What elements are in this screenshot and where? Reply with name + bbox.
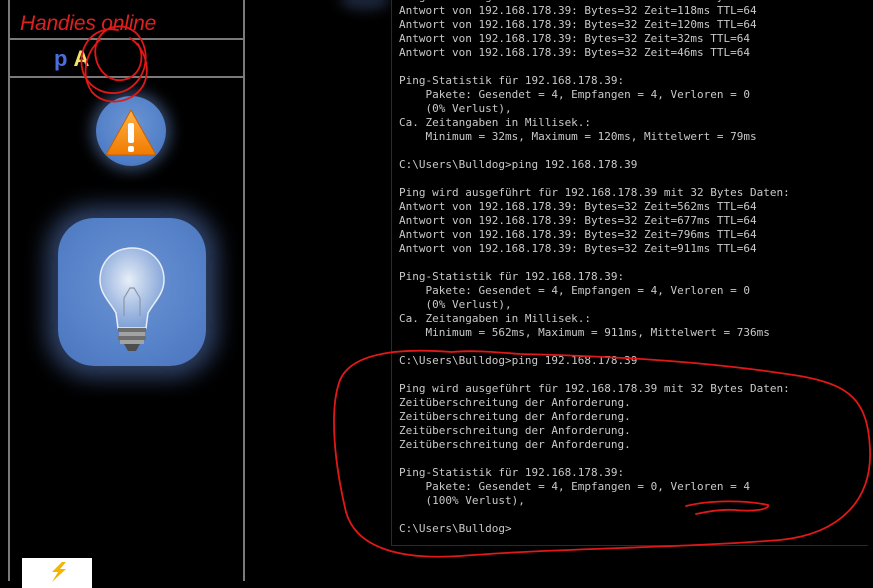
console-line: Pakete: Gesendet = 4, Empfangen = 0, Ver… xyxy=(399,480,750,493)
console-line: Antwort von 192.168.178.39: Bytes=32 Zei… xyxy=(399,228,757,241)
warning-icon xyxy=(106,108,156,156)
console-line: Ping-Statistik für 192.168.178.39: xyxy=(399,270,625,283)
console-line: (100% Verlust), xyxy=(399,494,525,507)
divider xyxy=(10,76,243,78)
light-button[interactable] xyxy=(58,218,206,366)
light-bulb-icon xyxy=(99,247,165,351)
console-line: Ping wird ausgeführt für 192.168.178.39 … xyxy=(399,186,790,199)
console-line: Ping-Statistik für 192.168.178.39: xyxy=(399,74,625,87)
small-tile[interactable] xyxy=(22,558,92,588)
glow xyxy=(340,0,390,10)
console-line: Zeitüberschreitung der Anforderung. xyxy=(399,424,631,437)
console-line: Ca. Zeitangaben in Millisek.: xyxy=(399,116,592,129)
console-line: Minimum = 562ms, Maximum = 911ms, Mittel… xyxy=(399,326,770,339)
console-line: C:\Users\Bulldog>ping 192.168.178.39 xyxy=(399,354,638,367)
console-line: Antwort von 192.168.178.39: Bytes=32 Zei… xyxy=(399,200,757,213)
console-line: (0% Verlust), xyxy=(399,102,512,115)
lightning-icon xyxy=(52,562,66,582)
console-line: (0% Verlust), xyxy=(399,298,512,311)
console-line: Antwort von 192.168.178.39: Bytes=32 Zei… xyxy=(399,18,757,31)
device-status: pA xyxy=(54,46,89,72)
status-letter-a: A xyxy=(73,46,90,71)
console-line: Antwort von 192.168.178.39: Bytes=32 Zei… xyxy=(399,214,757,227)
console-line: Zeitüberschreitung der Anforderung. xyxy=(399,410,631,423)
console-line: Pakete: Gesendet = 4, Empfangen = 4, Ver… xyxy=(399,88,750,101)
console-line: Ca. Zeitangaben in Millisek.: xyxy=(399,312,592,325)
status-letter-p: p xyxy=(54,46,68,71)
console-line: Antwort von 192.168.178.39: Bytes=32 Zei… xyxy=(399,4,757,17)
console-output: Ping wird ausgeführt für 192.168.178.39 … xyxy=(399,0,790,536)
console-line: Pakete: Gesendet = 4, Empfangen = 4, Ver… xyxy=(399,284,750,297)
console-line: Zeitüberschreitung der Anforderung. xyxy=(399,438,631,451)
console-line: C:\Users\Bulldog>ping 192.168.178.39 xyxy=(399,158,638,171)
console-line: C:\Users\Bulldog> xyxy=(399,522,512,535)
console-line: Antwort von 192.168.178.39: Bytes=32 Zei… xyxy=(399,242,757,255)
console-line: Antwort von 192.168.178.39: Bytes=32 Zei… xyxy=(399,46,750,59)
warning-button[interactable] xyxy=(96,96,166,166)
console-window[interactable]: Ping wird ausgeführt für 192.168.178.39 … xyxy=(391,0,868,546)
panel-title: Handies online xyxy=(20,12,157,35)
left-panel: Handies online pA xyxy=(8,0,245,588)
console-line: Ping-Statistik für 192.168.178.39: xyxy=(399,466,625,479)
divider xyxy=(10,38,243,40)
console-line: Minimum = 32ms, Maximum = 120ms, Mittelw… xyxy=(399,130,757,143)
console-line: Ping wird ausgeführt für 192.168.178.39 … xyxy=(399,382,790,395)
console-line: Zeitüberschreitung der Anforderung. xyxy=(399,396,631,409)
console-line: Antwort von 192.168.178.39: Bytes=32 Zei… xyxy=(399,32,750,45)
